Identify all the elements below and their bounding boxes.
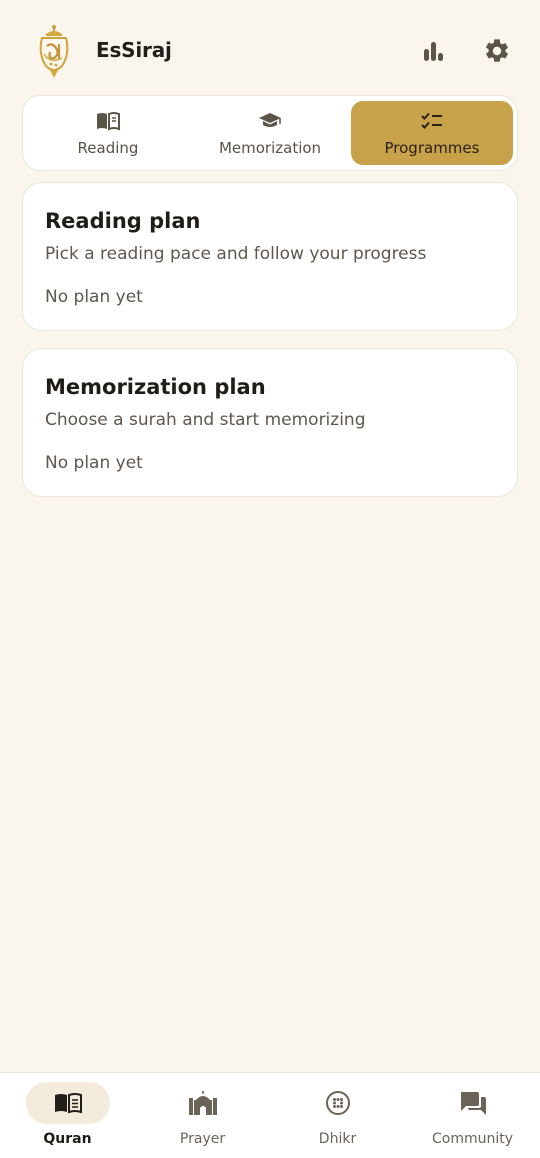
nav-quran-label: Quran <box>43 1131 92 1147</box>
card-subtitle: Choose a surah and start memorizing <box>45 410 366 430</box>
quran-book-icon <box>25 1082 110 1124</box>
nav-community[interactable]: Community <box>405 1073 540 1158</box>
mosque-icon <box>161 1082 245 1124</box>
nav-community-label: Community <box>431 1131 514 1147</box>
essiraj-logo <box>32 24 76 80</box>
book-open-icon <box>96 109 120 133</box>
tab-reading[interactable]: Reading <box>27 101 189 165</box>
card-subtitle: Pick a reading pace and follow your prog… <box>45 244 427 264</box>
card-title: Memorization plan <box>45 375 266 399</box>
memorization-plan-card[interactable]: Memorization plan Choose a surah and sta… <box>22 348 518 497</box>
tab-programmes[interactable]: Programmes <box>351 101 513 165</box>
gear-icon[interactable] <box>482 36 512 66</box>
card-status: No plan yet <box>45 287 143 307</box>
nav-prayer[interactable]: Prayer <box>135 1073 270 1158</box>
tab-programmes-label: Programmes <box>384 139 480 157</box>
reading-plan-card[interactable]: Reading plan Pick a reading pace and fol… <box>22 182 518 331</box>
app-title: EsSiraj <box>96 38 172 62</box>
stats-icon[interactable] <box>418 36 448 66</box>
section-tabs: Reading Memorization Programmes <box>22 95 518 171</box>
tab-memorization[interactable]: Memorization <box>189 101 351 165</box>
checklist-icon <box>420 109 444 133</box>
nav-quran[interactable]: Quran <box>0 1073 135 1158</box>
app-header: EsSiraj <box>0 0 540 96</box>
tab-reading-label: Reading <box>77 139 139 157</box>
nav-dhikr-label: Dhikr <box>318 1131 357 1147</box>
tab-memorization-label: Memorization <box>218 139 322 157</box>
nav-dhikr[interactable]: Dhikr <box>270 1073 405 1158</box>
bottom-navigation: Quran Prayer Dhikr Community <box>0 1072 540 1158</box>
card-status: No plan yet <box>45 453 143 473</box>
nav-prayer-label: Prayer <box>179 1131 226 1147</box>
prayer-beads-icon <box>296 1082 380 1124</box>
graduation-cap-icon <box>258 109 282 133</box>
card-title: Reading plan <box>45 209 201 233</box>
chat-bubbles-icon <box>431 1082 515 1124</box>
